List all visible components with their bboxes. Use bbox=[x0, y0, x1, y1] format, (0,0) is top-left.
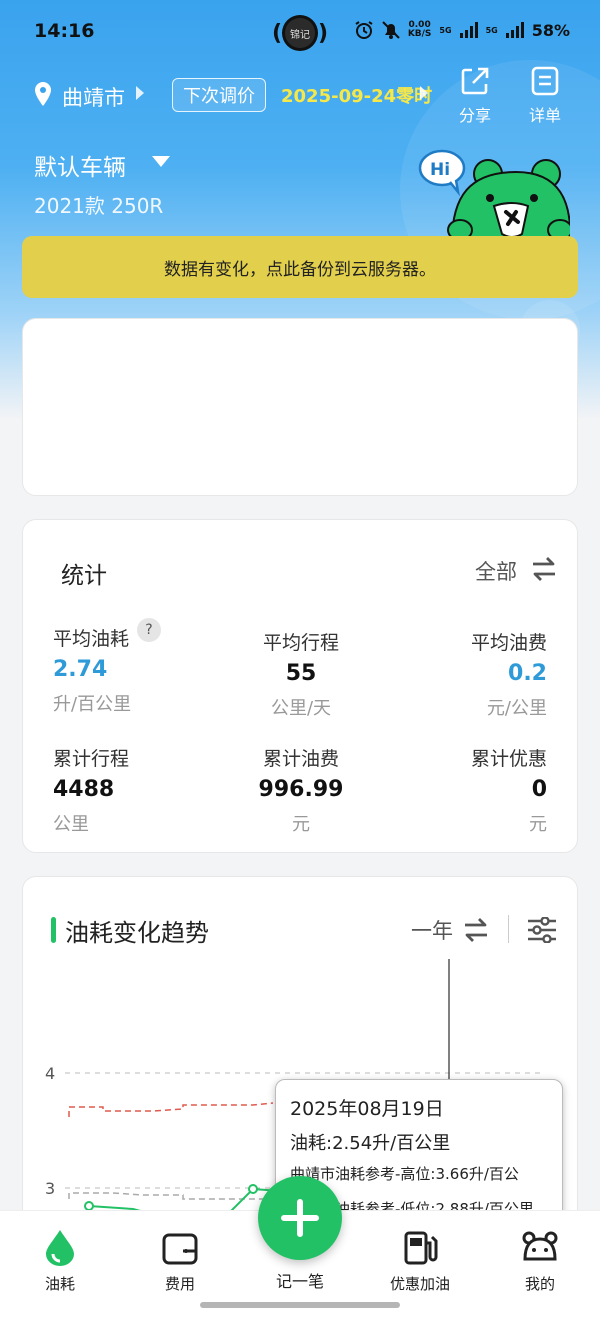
gas-pump-icon bbox=[404, 1231, 438, 1265]
badge-avatar: 锦记 bbox=[282, 15, 318, 51]
wallet-icon bbox=[162, 1233, 198, 1265]
signal-label-1: 5G bbox=[439, 25, 452, 35]
signal-label-2: 5G bbox=[485, 25, 498, 35]
nav-fuel[interactable]: 油耗 bbox=[15, 1229, 105, 1294]
nav-expenses[interactable]: 费用 bbox=[135, 1229, 225, 1294]
vehicle-selector[interactable]: 默认车辆 bbox=[34, 148, 126, 182]
stat-value: 0 bbox=[531, 777, 547, 802]
next-price-change-label[interactable]: 下次调价 bbox=[172, 78, 266, 112]
bear-mascot-icon: Hi bbox=[418, 149, 570, 243]
stat-value: 4488 bbox=[53, 777, 115, 802]
next-price-change-date[interactable]: 2025-09-24零时 bbox=[281, 82, 432, 108]
stat-value: 0.2 bbox=[508, 661, 547, 686]
stat-value: 996.99 bbox=[258, 777, 344, 802]
tooltip-consumption: 油耗:2.54升/百公里 bbox=[290, 1133, 451, 1154]
mute-bell-icon bbox=[382, 21, 400, 39]
location-pin-icon bbox=[34, 82, 52, 110]
stats-filter[interactable]: 全部 bbox=[475, 556, 517, 586]
nav-label: 优惠加油 bbox=[389, 1275, 450, 1293]
hi-speech-bubble: Hi bbox=[418, 149, 466, 197]
backup-banner[interactable]: 数据有变化，点此备份到云服务器。 bbox=[22, 236, 578, 298]
nav-label: 费用 bbox=[164, 1275, 195, 1293]
mascot-bubble-text: Hi bbox=[430, 160, 450, 180]
net-speed: 0.00 KB/S bbox=[408, 21, 432, 39]
data-point[interactable] bbox=[84, 1201, 94, 1211]
stat-unit: 公里 bbox=[53, 814, 89, 835]
share-button[interactable]: 分享 bbox=[450, 66, 500, 126]
stat-unit: 元/公里 bbox=[486, 698, 547, 719]
stat-total-fuel-cost: 累计油费 996.99 元 bbox=[211, 744, 391, 836]
y-tick-label: 4 bbox=[45, 1064, 55, 1083]
date-arrow-icon bbox=[420, 86, 428, 100]
blank-card bbox=[22, 318, 578, 496]
stat-label: 累计优惠 bbox=[470, 748, 547, 770]
stat-label: 平均油耗 bbox=[53, 628, 130, 650]
stat-value: 55 bbox=[285, 661, 317, 686]
detail-button[interactable]: 详单 bbox=[520, 66, 570, 126]
fuel-drop-icon bbox=[46, 1230, 74, 1266]
data-point[interactable] bbox=[248, 1184, 258, 1194]
caret-down-icon[interactable] bbox=[152, 156, 170, 167]
bear-face-icon bbox=[522, 1231, 558, 1261]
status-time: 14:16 bbox=[34, 20, 95, 42]
signal-bars-icon bbox=[459, 22, 478, 38]
stat-unit: 公里/天 bbox=[270, 698, 332, 719]
y-tick-label: 3 bbox=[45, 1179, 55, 1198]
vehicle-model: 2021款 250R bbox=[34, 194, 164, 218]
stat-avg-fuel-cost: 平均油费 0.2 元/公里 bbox=[471, 628, 547, 720]
status-icons: 0.00 KB/S 5G 5G 58% bbox=[354, 20, 570, 40]
stats-card: 统计 全部 平均油耗? 2.74 升/百公里 平均行程 55 公里/天 平均油费… bbox=[22, 519, 578, 853]
signal-bars-icon bbox=[505, 22, 524, 38]
detail-label: 详单 bbox=[528, 106, 561, 125]
stats-title: 统计 bbox=[61, 563, 107, 589]
stat-label: 平均行程 bbox=[262, 632, 339, 654]
detail-list-icon bbox=[531, 66, 559, 96]
stat-unit: 元 bbox=[292, 814, 310, 835]
location-row: 曲靖市 下次调价 2025-09-24零时 分享 详单 bbox=[34, 66, 574, 125]
ref-low-line bbox=[68, 1189, 274, 1200]
add-record-label[interactable]: 记一笔 bbox=[250, 1268, 350, 1292]
status-center-badge: ( 锦记 ) bbox=[272, 14, 328, 52]
plus-icon bbox=[281, 1199, 319, 1237]
ref-high-line bbox=[68, 1102, 274, 1117]
tooltip-ref-high: 曲靖市油耗参考-高位:3.66升/百公 bbox=[290, 1165, 519, 1183]
alarm-icon bbox=[355, 21, 373, 39]
add-record-button[interactable] bbox=[258, 1176, 342, 1260]
help-icon[interactable]: ? bbox=[137, 618, 162, 642]
tooltip-date: 2025年08月19日 bbox=[290, 1098, 444, 1120]
share-label: 分享 bbox=[458, 106, 491, 125]
stat-value: 2.74 bbox=[53, 657, 108, 682]
swap-icon[interactable] bbox=[531, 556, 557, 582]
status-bar: 14:16 ( 锦记 ) 0.00 KB/S 5G 5G 58% bbox=[0, 0, 600, 64]
stat-avg-consumption: 平均油耗? 2.74 升/百公里 bbox=[53, 618, 162, 716]
stat-avg-trip: 平均行程 55 公里/天 bbox=[211, 628, 391, 720]
stat-label: 平均油费 bbox=[470, 632, 547, 654]
stat-unit: 元 bbox=[529, 814, 547, 835]
stat-label: 累计行程 bbox=[53, 748, 130, 770]
nav-label: 油耗 bbox=[44, 1275, 75, 1293]
stat-total-discount: 累计优惠 0 元 bbox=[471, 744, 547, 836]
stat-label: 累计油费 bbox=[262, 748, 339, 770]
city-arrow-icon bbox=[136, 86, 144, 100]
nav-mine[interactable]: 我的 bbox=[495, 1229, 585, 1294]
stat-unit: 升/百公里 bbox=[53, 694, 132, 715]
stat-total-distance: 累计行程 4488 公里 bbox=[53, 744, 129, 836]
nav-discount-fuel[interactable]: 优惠加油 bbox=[375, 1229, 465, 1294]
home-indicator[interactable] bbox=[200, 1302, 400, 1308]
battery-level: 58% bbox=[531, 20, 570, 40]
backup-banner-text: 数据有变化，点此备份到云服务器。 bbox=[164, 259, 436, 280]
nav-label: 我的 bbox=[524, 1275, 555, 1293]
net-speed-unit: KB/S bbox=[407, 29, 432, 39]
city-selector[interactable]: 曲靖市 bbox=[62, 82, 125, 112]
share-icon bbox=[461, 67, 489, 95]
